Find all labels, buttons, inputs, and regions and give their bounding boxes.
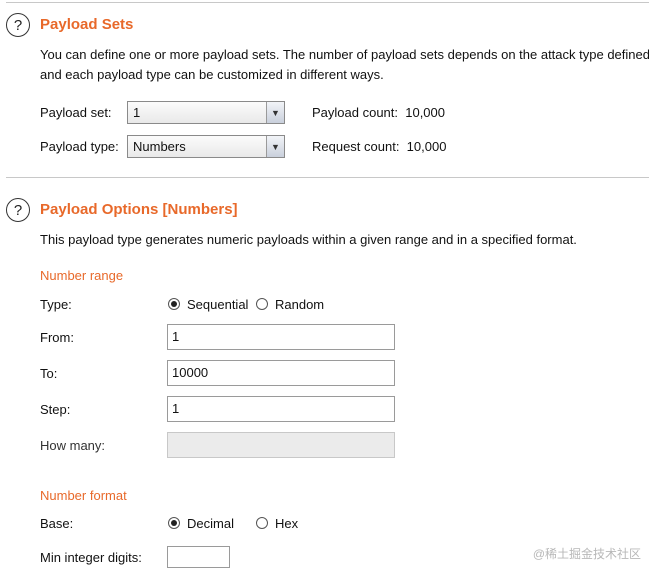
help-icon[interactable]: ? <box>6 198 30 222</box>
payload-sets-description-line1: You can define one or more payload sets.… <box>40 47 649 62</box>
help-icon[interactable]: ? <box>6 13 30 37</box>
number-format-title: Number format <box>40 488 127 503</box>
number-range-title: Number range <box>40 268 124 283</box>
hex-label[interactable]: Hex <box>275 516 298 531</box>
from-label: From: <box>40 330 74 345</box>
payload-options-title: Payload Options [Numbers] <box>40 201 238 218</box>
chevron-down-icon[interactable]: ▼ <box>266 102 284 123</box>
how-many-label: How many: <box>40 438 106 453</box>
to-label: To: <box>40 366 58 381</box>
decimal-radio[interactable] <box>168 517 180 529</box>
sequential-radio[interactable] <box>168 298 180 310</box>
chevron-down-icon[interactable]: ▼ <box>266 136 284 157</box>
min-integer-digits-label: Min integer digits: <box>40 550 142 565</box>
payload-type-select[interactable]: Numbers ▼ <box>127 135 285 158</box>
request-count: Request count: 10,000 <box>312 139 447 154</box>
random-radio[interactable] <box>256 298 268 310</box>
base-label: Base: <box>40 516 74 531</box>
hex-radio[interactable] <box>256 517 268 529</box>
step-label: Step: <box>40 402 71 417</box>
section-divider <box>6 177 649 178</box>
payload-set-select[interactable]: 1 ▼ <box>127 101 285 124</box>
step-field[interactable]: 1 <box>167 396 395 422</box>
top-divider <box>6 2 649 3</box>
how-many-field <box>167 432 395 458</box>
sequential-label[interactable]: Sequential <box>187 297 248 312</box>
to-field[interactable]: 10000 <box>167 360 395 386</box>
payload-options-description: This payload type generates numeric payl… <box>40 232 577 247</box>
payload-type-value: Numbers <box>133 139 186 154</box>
random-label[interactable]: Random <box>275 297 324 312</box>
payload-set-label: Payload set: <box>40 105 112 120</box>
type-label: Type: <box>40 297 72 312</box>
payload-count: Payload count: 10,000 <box>312 105 445 120</box>
payload-sets-title: Payload Sets <box>40 16 134 33</box>
payload-sets-description-line2: and each payload type can be customized … <box>40 67 384 82</box>
from-field[interactable]: 1 <box>167 324 395 350</box>
payload-set-value: 1 <box>133 105 141 120</box>
min-integer-digits-field[interactable] <box>167 546 230 568</box>
watermark: @稀土掘金技术社区 <box>532 547 641 561</box>
decimal-label[interactable]: Decimal <box>187 516 234 531</box>
payload-type-label: Payload type: <box>40 139 119 154</box>
